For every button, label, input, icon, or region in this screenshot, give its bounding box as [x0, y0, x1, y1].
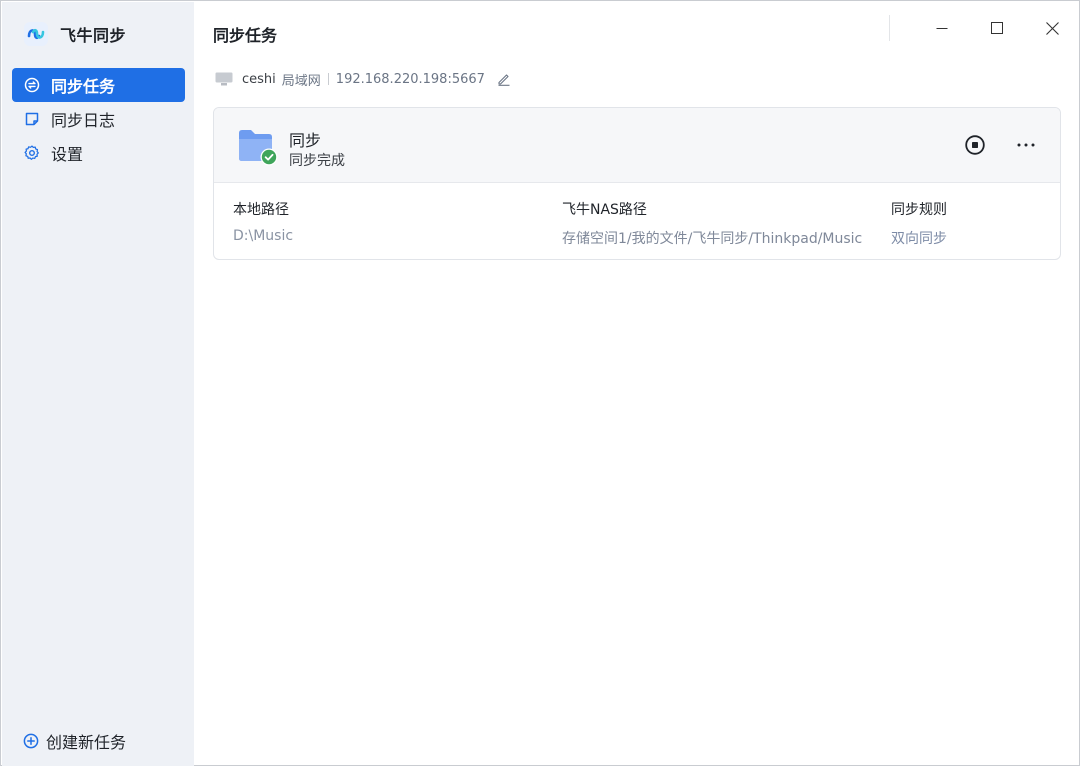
task-card-header: 同步 同步完成: [214, 108, 1060, 183]
nas-path-value: 存储空间1/我的文件/飞牛同步/Thinkpad/Music: [562, 231, 863, 247]
maximize-button[interactable]: [977, 13, 1017, 43]
close-button[interactable]: [1032, 13, 1072, 43]
sidebar-nav: 同步任务 同步日志 设置: [12, 68, 185, 170]
more-options-button[interactable]: [1014, 134, 1038, 156]
sidebar: 飞牛同步 同步任务 同步日志 设置 创建新任务: [2, 2, 194, 766]
sync-rule-column: 同步规则 双向同步: [891, 199, 947, 248]
local-path-header: 本地路径: [233, 202, 289, 218]
page-title: 同步任务: [213, 26, 278, 45]
edit-icon[interactable]: [497, 72, 511, 86]
titlebar-divider: [889, 15, 890, 41]
connection-name: ceshi: [242, 71, 276, 87]
sync-icon: [24, 77, 40, 93]
more-icon: [1017, 143, 1035, 147]
connection-type: 局域网: [281, 73, 321, 89]
local-path-value: D:\Music: [233, 228, 294, 244]
app-name: 飞牛同步: [60, 26, 127, 45]
minimize-icon: [936, 28, 948, 29]
connection-divider: [327, 73, 329, 85]
folder-synced-icon: [239, 130, 278, 166]
plus-circle-icon: [23, 733, 39, 749]
brand: 飞牛同步: [24, 21, 126, 47]
create-task-button[interactable]: 创建新任务: [23, 728, 126, 754]
connection-address: 192.168.220.198:5667: [335, 71, 485, 87]
task-card-details: 本地路径 D:\Music 飞牛NAS路径 存储空间1/我的文件/飞牛同步/Th…: [214, 183, 1060, 259]
close-icon: [1045, 21, 1059, 35]
log-icon: [25, 112, 39, 126]
maximize-icon: [991, 22, 1003, 34]
nas-path-header: 飞牛NAS路径: [562, 202, 647, 218]
sync-rule-header: 同步规则: [891, 202, 947, 218]
sidebar-item-sync-log[interactable]: 同步日志: [12, 102, 185, 136]
sidebar-item-label: 同步日志: [51, 111, 116, 130]
task-status: 同步完成: [289, 153, 345, 169]
connection-info: ceshi 局域网 192.168.220.198:5667: [215, 69, 511, 89]
sync-task-card[interactable]: 同步 同步完成 本地路径 D:\Music 飞牛NAS路径 存储空间1/我的文件…: [213, 107, 1061, 260]
app-logo-icon: [24, 22, 48, 46]
task-name: 同步: [289, 131, 322, 150]
sidebar-item-label: 同步任务: [51, 77, 116, 96]
nas-path-column: 飞牛NAS路径 存储空间1/我的文件/飞牛同步/Thinkpad/Music: [562, 199, 862, 248]
monitor-icon: [215, 72, 233, 86]
app-window: 飞牛同步 同步任务 同步日志 设置 创建新任务 同步任务 ceshi 局域网 1…: [0, 0, 1080, 766]
sidebar-item-sync-tasks[interactable]: 同步任务: [12, 68, 185, 102]
local-path-column: 本地路径 D:\Music: [233, 199, 293, 244]
stop-sync-icon[interactable]: [964, 134, 986, 156]
sync-rule-value: 双向同步: [891, 231, 947, 247]
create-task-label: 创建新任务: [46, 733, 127, 752]
gear-icon: [24, 145, 39, 160]
sidebar-item-settings[interactable]: 设置: [12, 136, 185, 170]
sidebar-item-label: 设置: [51, 145, 84, 164]
minimize-button[interactable]: [922, 13, 962, 43]
